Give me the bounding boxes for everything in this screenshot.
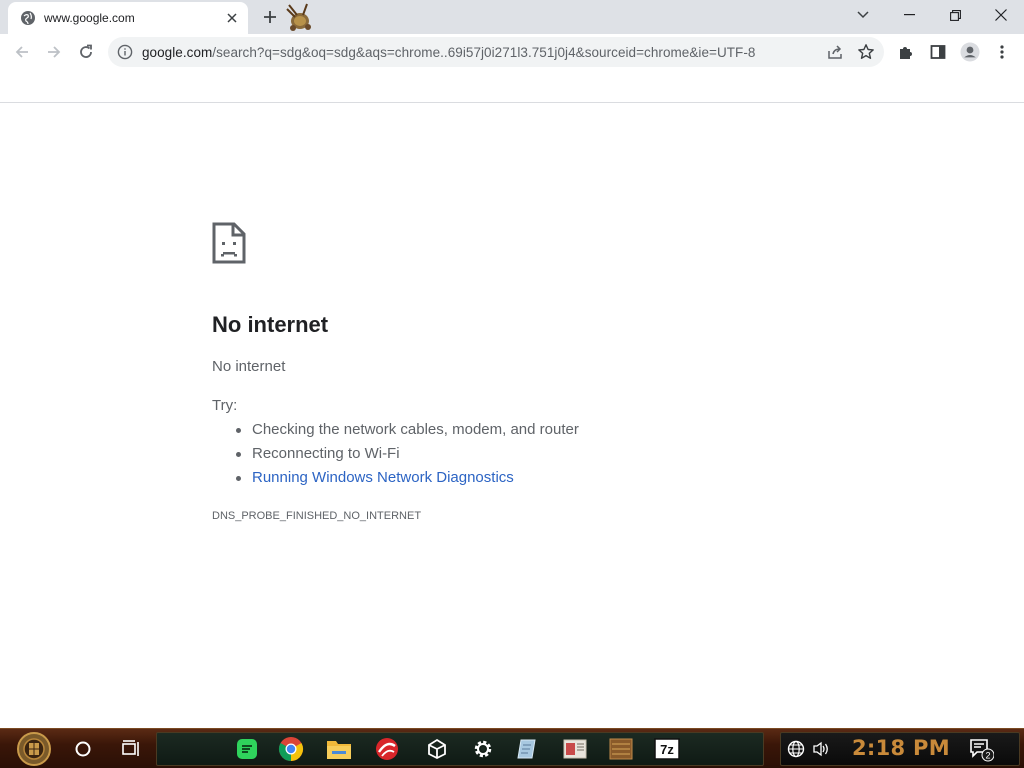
error-code: DNS_PROBE_FINISHED_NO_INTERNET (212, 510, 422, 522)
arrow-left-icon (15, 46, 28, 58)
app-red-icon (376, 738, 398, 760)
sad-page-icon (212, 222, 246, 264)
red-app[interactable] (372, 734, 402, 764)
share-icon[interactable] (826, 43, 844, 61)
7zip-icon: 7z (654, 738, 680, 760)
spotify-app[interactable] (232, 734, 262, 764)
star-icon[interactable] (857, 43, 875, 61)
notifications-button[interactable]: 2 (966, 734, 996, 764)
app-window-icon (563, 739, 587, 759)
toolbar-divider (0, 102, 1024, 103)
settings-icon (474, 740, 492, 758)
arrow-right-icon (48, 46, 61, 58)
svg-text:2: 2 (985, 751, 990, 761)
svg-text:7z: 7z (660, 742, 674, 757)
network-diagnostics-link[interactable]: Running Windows Network Diagnostics (236, 469, 579, 493)
side-panel-icon (930, 45, 946, 59)
app-wood-icon (609, 738, 633, 760)
spotify-icon (237, 739, 257, 759)
task-view-icon (122, 740, 139, 756)
close-icon (227, 13, 237, 23)
taskbar-clock[interactable]: 2:18 PM (852, 736, 950, 760)
side-panel-button[interactable] (924, 38, 952, 66)
start-button-icon[interactable] (10, 731, 58, 767)
chevron-down-icon (857, 11, 869, 19)
tab-strip: www.google.com (0, 0, 1024, 34)
url-text[interactable]: google.com/search?q=sdg&oq=sdg&aqs=chrom… (142, 45, 755, 60)
notes-icon (517, 739, 536, 759)
volume-icon (813, 741, 828, 757)
tab-close-button[interactable] (222, 8, 242, 28)
restore-button[interactable] (932, 0, 978, 30)
notification-icon: 2 (970, 739, 994, 762)
more-vertical-icon (1000, 45, 1004, 59)
back-button[interactable] (8, 38, 36, 66)
tab-title: www.google.com (44, 11, 135, 25)
suggestion-list: Checking the network cables, modem, and … (236, 421, 579, 493)
info-icon[interactable] (117, 44, 133, 60)
language-button[interactable] (782, 734, 810, 764)
window-app[interactable] (560, 734, 590, 764)
circle-icon (75, 741, 91, 757)
close-window-button[interactable] (978, 0, 1024, 30)
unity-icon (428, 738, 446, 760)
forward-button[interactable] (40, 38, 68, 66)
address-bar[interactable]: google.com/search?q=sdg&oq=sdg&aqs=chrom… (108, 37, 884, 67)
notes-app[interactable] (512, 734, 542, 764)
reload-icon (80, 44, 92, 58)
folder-icon (327, 741, 351, 759)
cortana-button[interactable] (68, 734, 98, 764)
file-explorer-app[interactable] (324, 734, 354, 764)
minimize-icon (903, 14, 915, 16)
volume-button[interactable] (808, 734, 834, 764)
profile-button[interactable] (956, 38, 984, 66)
suggestion-item: Reconnecting to Wi-Fi (236, 445, 579, 469)
wood-app[interactable] (606, 734, 636, 764)
globe-icon (787, 740, 805, 758)
url-host: google.com (142, 45, 213, 60)
browser-toolbar: google.com/search?q=sdg&oq=sdg&aqs=chrom… (0, 34, 1024, 70)
restore-icon (949, 9, 961, 21)
globe-icon (21, 11, 35, 25)
menu-button[interactable] (988, 38, 1016, 66)
browser-tab[interactable]: www.google.com (8, 2, 248, 34)
mascot-sticker-icon (286, 3, 311, 31)
7zip-app[interactable]: 7z (652, 734, 682, 764)
error-title: No internet (212, 312, 329, 337)
minimize-button[interactable] (886, 0, 932, 30)
close-icon (995, 9, 1007, 21)
unity-app[interactable] (422, 734, 452, 764)
try-label: Try: (212, 397, 238, 414)
settings-app[interactable] (468, 734, 498, 764)
reload-button[interactable] (72, 38, 100, 66)
plus-icon (264, 11, 276, 23)
error-subtitle: No internet (212, 358, 286, 375)
url-path: /search?q=sdg&oq=sdg&aqs=chrome..69i57j0… (212, 45, 756, 60)
chrome-app[interactable] (276, 734, 306, 764)
chrome-icon (278, 737, 304, 761)
puzzle-icon (900, 47, 912, 59)
avatar-icon (960, 42, 980, 62)
extensions-button[interactable] (892, 38, 920, 66)
suggestion-item: Checking the network cables, modem, and … (236, 421, 579, 445)
task-view-button[interactable] (116, 734, 146, 764)
new-tab-button[interactable] (258, 5, 282, 29)
tab-search-button[interactable] (840, 0, 886, 30)
